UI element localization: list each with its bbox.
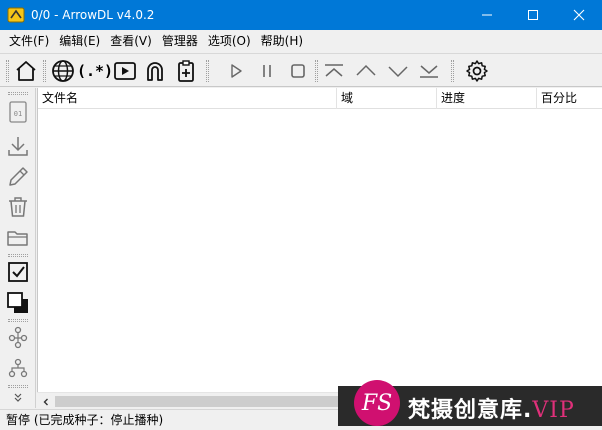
edit-button[interactable] (4, 163, 32, 191)
download-button[interactable] (4, 132, 32, 160)
sidebar-grip (8, 92, 28, 95)
toolbar-separator (206, 60, 209, 82)
move-down-icon (386, 61, 410, 81)
move-bottom-button[interactable] (415, 57, 443, 85)
menu-help[interactable]: 帮助(H) (256, 30, 308, 52)
menu-bar: 文件(F) 编辑(E) 查看(V) 管理器 选项(O) 帮助(H) (0, 30, 602, 52)
menu-file[interactable]: 文件(F) (4, 30, 54, 52)
add-url-button[interactable] (49, 57, 77, 85)
home-icon (14, 59, 38, 83)
batch-button[interactable]: 01 (4, 98, 32, 126)
move-down-button[interactable] (384, 57, 412, 85)
minimize-button[interactable] (464, 0, 510, 30)
toolbar-grip (6, 60, 9, 82)
more-tools-button[interactable] (4, 388, 32, 406)
check-box-icon (6, 260, 30, 284)
edit-pencil-icon (6, 165, 30, 189)
menu-view[interactable]: 查看(V) (105, 30, 157, 52)
select-all-button[interactable] (4, 258, 32, 286)
window-title: 0/0 - ArrowDL v4.0.2 (31, 8, 154, 22)
settings-button[interactable] (463, 57, 491, 85)
left-toolbar: 01 (0, 88, 36, 408)
invert-selection-icon (6, 291, 30, 315)
column-progress[interactable]: 进度 (437, 88, 537, 109)
menu-edit[interactable]: 编辑(E) (54, 30, 105, 52)
more-chevron-icon (12, 391, 24, 403)
toolbar-separator (43, 60, 46, 82)
close-button[interactable] (556, 0, 602, 30)
list-header: 文件名 域 进度 百分比 (38, 88, 602, 109)
toolbar-separator (315, 60, 318, 82)
menu-manager[interactable]: 管理器 (157, 30, 203, 52)
resume-button[interactable] (222, 57, 250, 85)
status-text: 暂停 (已完成种子：停止播种) (6, 410, 163, 430)
settings-gear-icon (465, 59, 489, 83)
open-folder-button[interactable] (4, 224, 32, 252)
batch-label: 01 (14, 110, 22, 118)
close-icon (573, 9, 585, 21)
move-up-icon (354, 61, 378, 81)
magnet-icon (143, 59, 167, 83)
download-arrow-icon (6, 134, 30, 158)
toolbar-separator (451, 60, 454, 82)
scroll-left-button[interactable] (37, 393, 54, 410)
watermark-logo-icon: FS (354, 380, 400, 426)
minimize-icon (481, 9, 493, 21)
globe-icon (51, 59, 75, 83)
column-percent[interactable]: 百分比 (537, 88, 602, 109)
add-stream-button[interactable] (111, 57, 139, 85)
batch-binary-icon: 01 (7, 100, 29, 124)
maximize-icon (527, 9, 539, 21)
watermark-vip: VIP (532, 398, 574, 423)
add-regex-button[interactable]: (.*) (80, 57, 110, 85)
title-bar[interactable]: 0/0 - ArrowDL v4.0.2 (0, 0, 602, 30)
menu-options[interactable]: 选项(O) (203, 30, 256, 52)
move-top-icon (322, 61, 346, 81)
sidebar-separator (8, 319, 28, 322)
add-content-button[interactable] (172, 57, 200, 85)
maximize-button[interactable] (510, 0, 556, 30)
stop-icon (288, 61, 308, 81)
move-bottom-icon (417, 61, 441, 81)
tree-collapse-icon (6, 356, 30, 380)
folder-open-icon (6, 226, 30, 250)
app-logo-icon (7, 6, 25, 24)
pause-icon (257, 61, 277, 81)
remove-button[interactable] (4, 193, 32, 221)
download-list[interactable]: 文件名 域 进度 百分比 (37, 88, 602, 392)
watermark-text: 梵摄创意库.VIP (408, 392, 575, 424)
watermark-name: 梵摄创意库. (408, 398, 532, 423)
column-filename[interactable]: 文件名 (38, 88, 337, 109)
add-magnet-button[interactable] (141, 57, 169, 85)
chevron-left-icon (42, 398, 50, 406)
cancel-button[interactable] (284, 57, 312, 85)
move-top-button[interactable] (320, 57, 348, 85)
toolbar: (.*) (0, 53, 602, 87)
video-icon (113, 59, 137, 83)
invert-selection-button[interactable] (4, 289, 32, 317)
column-domain[interactable]: 域 (337, 88, 437, 109)
scroll-thumb[interactable] (55, 396, 355, 407)
move-up-button[interactable] (352, 57, 380, 85)
trash-icon (6, 195, 30, 219)
play-icon (226, 61, 246, 81)
expand-tree-button[interactable] (4, 323, 32, 351)
tree-expand-icon (6, 325, 30, 349)
regex-icon: (.*) (77, 62, 113, 80)
pause-button[interactable] (253, 57, 281, 85)
collapse-tree-button[interactable] (4, 354, 32, 382)
sidebar-separator (8, 254, 28, 257)
watermark: FS 梵摄创意库.VIP (338, 372, 602, 430)
clipboard-add-icon (174, 59, 198, 83)
home-button[interactable] (12, 57, 40, 85)
